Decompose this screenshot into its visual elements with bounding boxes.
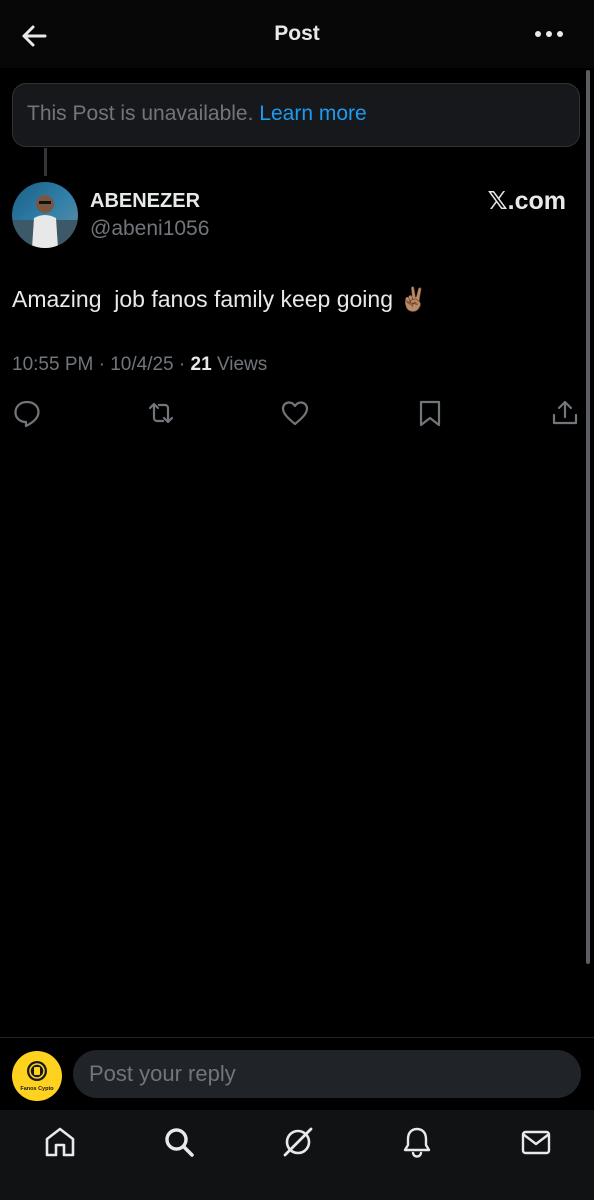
current-user-avatar[interactable]: Fanos Cypto: [12, 1051, 62, 1101]
user-handle[interactable]: @abeni1056: [90, 217, 209, 241]
post-text: Amazing job fanos family keep going ✌🏽: [12, 286, 429, 312]
scrollbar[interactable]: [586, 70, 590, 964]
meta-separator: ·: [178, 354, 191, 375]
bookmark-icon: [419, 400, 441, 427]
page-title: Post: [274, 22, 320, 45]
views-label: Views: [216, 354, 268, 375]
tab-grok[interactable]: [281, 1125, 315, 1159]
reply-input[interactable]: Post your reply: [73, 1050, 581, 1098]
learn-more-link[interactable]: Learn more: [259, 102, 366, 125]
display-name[interactable]: ABENEZER: [90, 190, 200, 213]
bookmark-button[interactable]: [415, 398, 445, 428]
x-com-badge: 𝕏.com: [487, 187, 567, 215]
views-count[interactable]: 21: [191, 354, 212, 375]
top-app-bar: Post: [0, 0, 594, 68]
reply-button[interactable]: [12, 398, 42, 428]
like-icon: [281, 401, 309, 426]
share-icon: [552, 400, 578, 425]
unavailable-text: This Post is unavailable.: [27, 102, 254, 125]
tab-home[interactable]: [43, 1125, 77, 1159]
share-button[interactable]: [550, 398, 580, 428]
like-button[interactable]: [280, 398, 310, 428]
more-options-button[interactable]: [532, 22, 566, 46]
repost-button[interactable]: [146, 398, 176, 428]
notifications-icon: [403, 1127, 431, 1158]
profile-photo: [12, 182, 78, 248]
user-avatar[interactable]: [12, 182, 78, 248]
home-icon: [45, 1127, 75, 1157]
meta-separator: ·: [98, 354, 111, 375]
unavailable-post-notice: This Post is unavailable. Learn more: [12, 83, 580, 147]
fanos-logo-avatar: Fanos Cypto: [12, 1051, 62, 1101]
tab-notifications[interactable]: [400, 1125, 434, 1159]
reply-icon: [14, 400, 40, 428]
avatar-caption: Fanos Cypto: [20, 1086, 54, 1092]
tab-messages[interactable]: [519, 1125, 553, 1159]
post-time: 10:55 PM: [12, 354, 94, 375]
search-icon: [165, 1128, 194, 1157]
grok-icon: [283, 1127, 313, 1157]
repost-icon: [148, 402, 174, 424]
reply-composer-bar: Fanos Cypto Post your reply: [0, 1037, 594, 1110]
tab-search[interactable]: [162, 1125, 196, 1159]
post-metadata: 10:55 PM · 10/4/25 · 21 Views: [12, 354, 267, 376]
thread-connector-line: [44, 148, 47, 176]
more-horizontal-icon: [535, 31, 563, 37]
post-date: 10/4/25: [110, 354, 174, 375]
messages-icon: [521, 1130, 551, 1155]
